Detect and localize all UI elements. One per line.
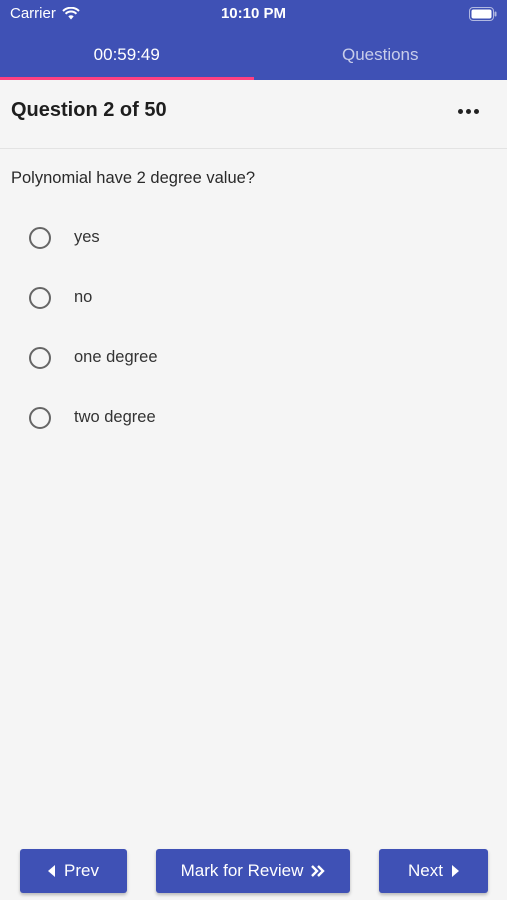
status-bar: Carrier 10:10 PM bbox=[0, 0, 507, 28]
double-chevron-right-icon bbox=[311, 865, 326, 877]
option-label: no bbox=[74, 288, 93, 306]
answer-option[interactable]: two degree bbox=[0, 388, 507, 448]
option-label: yes bbox=[74, 228, 100, 246]
answer-option[interactable]: one degree bbox=[0, 328, 507, 388]
mark-for-review-button[interactable]: Mark for Review bbox=[156, 849, 350, 893]
question-number: Question 2 of 50 bbox=[11, 99, 167, 121]
dot bbox=[465, 108, 471, 114]
review-label: Mark for Review bbox=[180, 861, 304, 880]
radio-button[interactable] bbox=[29, 287, 51, 309]
option-label: one degree bbox=[74, 348, 158, 366]
status-time: 10:10 PM bbox=[220, 5, 287, 22]
caret-right-icon bbox=[451, 865, 459, 877]
next-label: Next bbox=[408, 861, 443, 880]
radio-button[interactable] bbox=[29, 407, 51, 429]
answer-options: yes no one degree two degree bbox=[0, 208, 507, 448]
dot bbox=[457, 108, 463, 114]
answer-option[interactable]: no bbox=[0, 268, 507, 328]
more-options-icon[interactable] bbox=[453, 96, 483, 126]
prev-button[interactable]: Prev bbox=[20, 849, 127, 893]
tab-questions[interactable]: Questions bbox=[254, 36, 507, 80]
tab-timer[interactable]: 00:59:49 bbox=[0, 36, 254, 80]
radio-button[interactable] bbox=[29, 347, 51, 369]
prev-label: Prev bbox=[64, 861, 99, 880]
app-bar: Carrier 10:10 PM 00:59:49 Questions bbox=[0, 0, 507, 80]
next-button[interactable]: Next bbox=[379, 849, 488, 893]
option-label: two degree bbox=[74, 408, 156, 426]
question-text: Polynomial have 2 degree value? bbox=[11, 169, 255, 187]
battery-icon bbox=[469, 7, 497, 25]
question-header: Question 2 of 50 bbox=[0, 80, 507, 149]
caret-left-icon bbox=[48, 865, 56, 877]
answer-option[interactable]: yes bbox=[0, 208, 507, 268]
tab-bar: 00:59:49 Questions bbox=[0, 36, 507, 80]
radio-button[interactable] bbox=[29, 227, 51, 249]
dot bbox=[473, 108, 479, 114]
